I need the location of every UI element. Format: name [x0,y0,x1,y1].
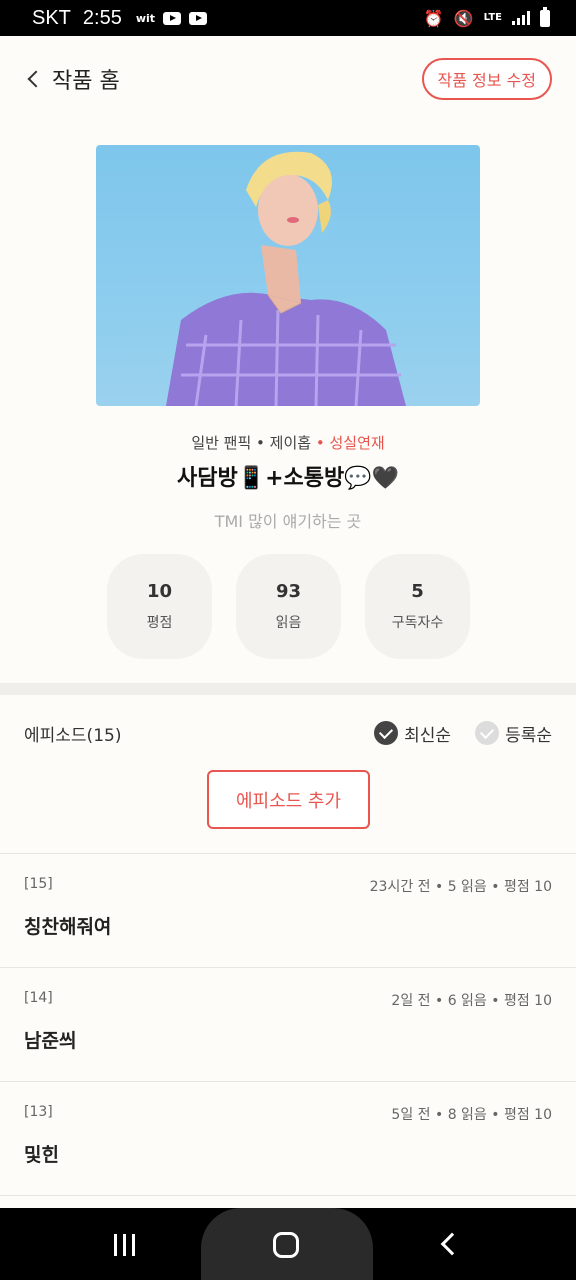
stat-reads: 93 읽음 [236,554,341,659]
clock: 2:55 [82,6,122,29]
stats-row: 10 평점 93 읽음 5 구독자수 [107,554,470,659]
work-meta: 일반 팬픽 • 제이홉 • 성실연재 [0,432,576,453]
sort-latest-option[interactable]: 최신순 [374,721,451,746]
chevron-left-icon [27,70,45,88]
episode-title: 남준씌 [24,1030,77,1052]
meta-separator: • [311,434,330,452]
stat-label: 읽음 [275,615,302,631]
lte-icon: LTE [483,12,502,23]
stat-label: 평점 [146,615,173,631]
status-right: ⏰ 🔇 LTE [423,6,550,28]
wit-icon: wit [135,11,156,25]
section-divider [0,683,576,695]
list-item[interactable]: [15] 23시간 전 • 5 읽음 • 평점 10 칭찬해줘여 [0,853,576,967]
episode-count: 에피소드(15) [24,725,122,746]
recent-apps-icon[interactable] [114,1234,135,1256]
header-title: 작품 홈 [52,69,120,94]
signal-icon [512,11,530,25]
list-divider [0,1195,576,1196]
battery-icon [540,6,550,27]
work-title: 사담방📱+소통방💬🖤 [176,466,400,491]
stat-rating: 10 평점 [107,554,212,659]
author-label: 제이홉 [269,434,312,452]
episode-title: 및힌 [24,1144,59,1166]
episode-info: 5일 전 • 8 읽음 • 평점 10 [391,1107,552,1123]
status-badge: 성실연재 [329,434,385,452]
cover-illustration [166,151,406,406]
work-subtitle: TMI 많이 얘기하는 곳 [214,512,362,531]
episode-list: [15] 23시간 전 • 5 읽음 • 평점 10 칭찬해줘여 [14] 2일… [0,853,576,1196]
stat-value: 5 [411,581,424,602]
meta-separator: • [251,434,270,452]
sort-registered-label: 등록순 [505,725,552,746]
youtube-icon [189,11,208,25]
alarm-icon: ⏰ [423,8,444,28]
list-item[interactable]: [14] 2일 전 • 6 읽음 • 평점 10 남준씌 [0,967,576,1081]
stat-value: 93 [275,581,302,602]
stat-label: 구독자수 [391,615,444,631]
episode-title: 칭찬해줘여 [24,916,112,938]
back-button[interactable]: 작품 홈 [26,63,120,95]
carrier-label: SKT [32,6,71,29]
check-circle-icon [374,721,399,745]
edit-work-info-button[interactable]: 작품 정보 수정 [421,58,552,100]
cover-image [96,145,480,406]
list-item[interactable]: [13] 5일 전 • 8 읽음 • 평점 10 및힌 [0,1081,576,1195]
header: 작품 홈 작품 정보 수정 [0,36,576,122]
episode-info: 23시간 전 • 5 읽음 • 평점 10 [369,879,552,895]
status-bar: SKT 2:55 wit ⏰ 🔇 LTE [0,0,576,36]
youtube-icon [163,11,182,25]
back-icon[interactable] [440,1232,464,1256]
check-circle-icon [475,721,500,745]
sort-latest-label: 최신순 [404,725,452,746]
episodes-header: 에피소드(15) 최신순 등록순 [0,712,576,754]
add-episode-button[interactable]: 에피소드 추가 [207,770,370,829]
mute-icon: 🔇 [453,8,474,28]
stat-value: 10 [146,581,173,602]
genre-label: 일반 팬픽 [191,434,252,452]
sort-registered-option[interactable]: 등록순 [475,721,552,746]
sort-options: 최신순 등록순 [374,721,552,746]
home-icon[interactable] [273,1232,299,1258]
episode-info: 2일 전 • 6 읽음 • 평점 10 [391,993,552,1009]
navigation-bar [0,1208,576,1280]
stat-subscribers: 5 구독자수 [365,554,470,659]
status-left: SKT 2:55 wit [32,6,208,30]
